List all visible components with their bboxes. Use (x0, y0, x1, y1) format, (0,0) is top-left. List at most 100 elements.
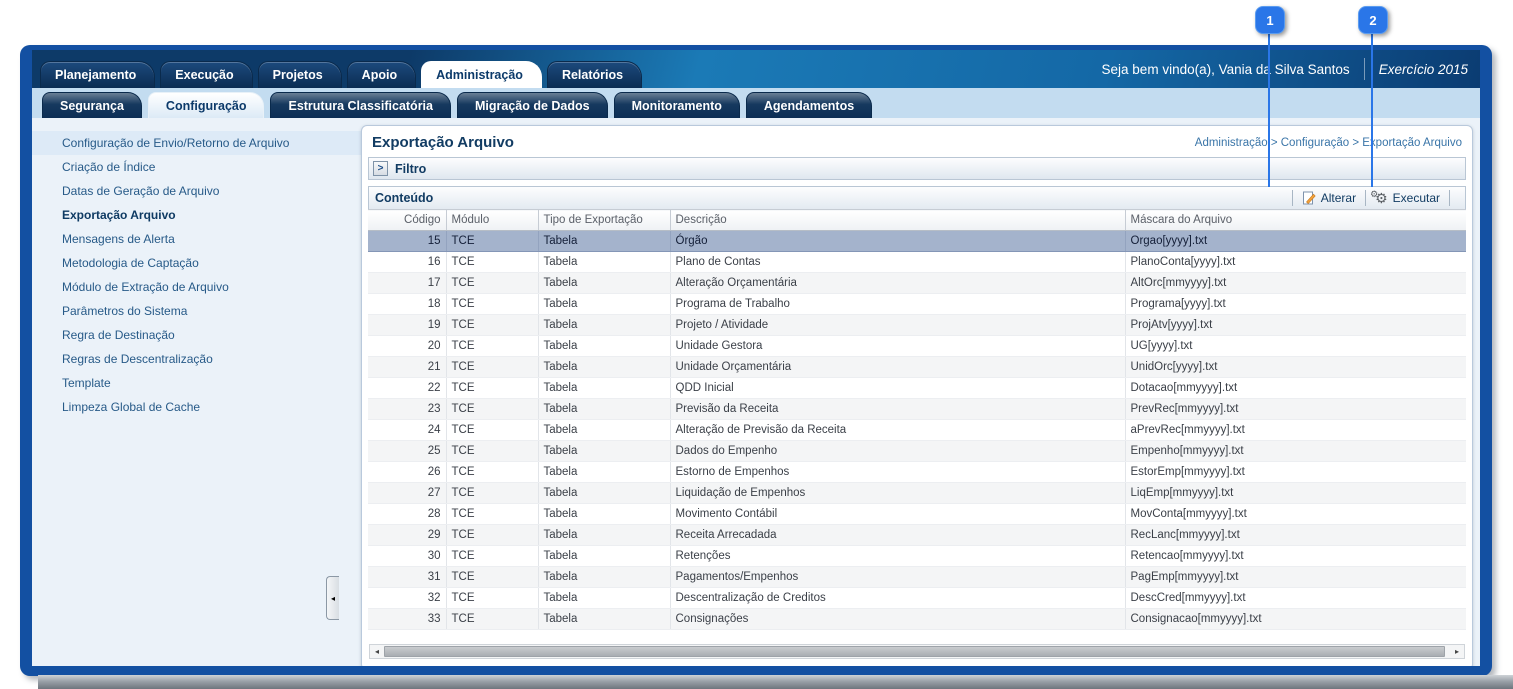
table-row[interactable]: 30 TCE Tabela Retenções Retencao[mmyyyy]… (368, 546, 1466, 567)
top-nav-tab[interactable]: Relatórios (547, 61, 642, 88)
cell-descricao: Pagamentos/Empenhos (670, 567, 1125, 588)
sidebar-collapse-handle[interactable]: ◂ (326, 576, 339, 620)
table-row[interactable]: 19 TCE Tabela Projeto / Atividade ProjAt… (368, 315, 1466, 336)
table-row[interactable]: 31 TCE Tabela Pagamentos/Empenhos PagEmp… (368, 567, 1466, 588)
sidebar-item[interactable]: Parâmetros do Sistema (32, 299, 361, 323)
alterar-button[interactable]: Alterar (1302, 191, 1356, 205)
top-nav-tab[interactable]: Administração (421, 61, 542, 88)
sub-nav-tab[interactable]: Migração de Dados (457, 92, 608, 118)
cell-codigo: 17 (368, 273, 446, 294)
table-row[interactable]: 16 TCE Tabela Plano de Contas PlanoConta… (368, 252, 1466, 273)
sidebar-item[interactable]: Datas de Geração de Arquivo (32, 179, 361, 203)
cell-descricao: Previsão da Receita (670, 399, 1125, 420)
column-header-descricao[interactable]: Descrição (670, 210, 1125, 231)
top-nav-tab[interactable]: Apoio (347, 61, 416, 88)
cell-descricao: Projeto / Atividade (670, 315, 1125, 336)
column-header-modulo[interactable]: Módulo (446, 210, 538, 231)
sidebar-item[interactable]: Criação de Índice (32, 155, 361, 179)
table-row[interactable]: 26 TCE Tabela Estorno de Empenhos EstorE… (368, 462, 1466, 483)
table-row[interactable]: 27 TCE Tabela Liquidação de Empenhos Liq… (368, 483, 1466, 504)
cell-codigo: 23 (368, 399, 446, 420)
sidebar-item[interactable]: Configuração de Envio/Retorno de Arquivo (32, 131, 361, 155)
cell-codigo: 24 (368, 420, 446, 441)
edit-page-icon (1302, 191, 1316, 205)
table-row[interactable]: 33 TCE Tabela Consignações Consignacao[m… (368, 609, 1466, 630)
sub-nav-tab[interactable]: Agendamentos (746, 92, 872, 118)
sidebar-item-label: Template (62, 376, 111, 390)
cell-codigo: 26 (368, 462, 446, 483)
cell-modulo: TCE (446, 588, 538, 609)
sub-nav-tab[interactable]: Estrutura Classificatória (270, 92, 451, 118)
cell-descricao: Consignações (670, 609, 1125, 630)
content-area: Configuração de Envio/Retorno de Arquivo… (32, 118, 1480, 676)
table-row[interactable]: 25 TCE Tabela Dados do Empenho Empenho[m… (368, 441, 1466, 462)
cell-descricao: Descentralização de Creditos (670, 588, 1125, 609)
cell-modulo: TCE (446, 525, 538, 546)
breadcrumb: Administração > Configuração > Exportaçã… (1195, 137, 1462, 149)
table-row[interactable]: 18 TCE Tabela Programa de Trabalho Progr… (368, 294, 1466, 315)
sidebar-item[interactable]: Mensagens de Alerta (32, 227, 361, 251)
sidebar-item[interactable]: Regras de Descentralização (32, 347, 361, 371)
table-row[interactable]: 15 TCE Tabela Órgão Orgao[yyyy].txt (368, 231, 1466, 252)
sidebar-item[interactable]: Exportação Arquivo (32, 203, 361, 227)
cell-codigo: 25 (368, 441, 446, 462)
sidebar-item[interactable]: Template (32, 371, 361, 395)
annotation-line-2 (1371, 34, 1373, 187)
sub-nav-tab[interactable]: Segurança (42, 92, 142, 118)
collapse-left-icon: ◂ (331, 594, 335, 603)
top-nav-tab-label: Administração (436, 68, 523, 82)
executar-button[interactable]: ⚙⚙ Executar (1375, 191, 1440, 205)
cell-modulo: TCE (446, 567, 538, 588)
cell-descricao: Estorno de Empenhos (670, 462, 1125, 483)
cell-mascara: UG[yyyy].txt (1125, 336, 1466, 357)
page-title: Exportação Arquivo (372, 134, 514, 151)
cell-codigo: 27 (368, 483, 446, 504)
sidebar-item[interactable]: Limpeza Global de Cache (32, 395, 361, 419)
table-row[interactable]: 24 TCE Tabela Alteração de Previsão da R… (368, 420, 1466, 441)
scrollbar-thumb[interactable] (384, 646, 1445, 657)
filter-bar: > Filtro (368, 157, 1466, 180)
table-row[interactable]: 28 TCE Tabela Movimento Contábil MovCont… (368, 504, 1466, 525)
sidebar-item-label: Datas de Geração de Arquivo (62, 184, 219, 198)
top-nav-tab[interactable]: Planejamento (40, 61, 155, 88)
cell-descricao: Alteração Orçamentária (670, 273, 1125, 294)
scroll-right-icon[interactable]: ▸ (1450, 647, 1464, 656)
top-nav-tab[interactable]: Execução (160, 61, 252, 88)
table-row[interactable]: 17 TCE Tabela Alteração Orçamentária Alt… (368, 273, 1466, 294)
alterar-button-label: Alterar (1321, 191, 1356, 205)
table-header-row: Código Módulo Tipo de Exportação Descriç… (368, 210, 1466, 231)
cell-mascara: Consignacao[mmyyyy].txt (1125, 609, 1466, 630)
cell-modulo: TCE (446, 399, 538, 420)
sub-nav-tab-label: Configuração (166, 99, 247, 113)
cell-mascara: DescCred[mmyyyy].txt (1125, 588, 1466, 609)
column-header-codigo[interactable]: Código (368, 210, 446, 231)
sub-nav-tab[interactable]: Configuração (148, 92, 265, 118)
column-header-mascara[interactable]: Máscara do Arquivo (1125, 210, 1466, 231)
filter-expand-icon[interactable]: > (373, 161, 388, 176)
sidebar-item[interactable]: Regra de Destinação (32, 323, 361, 347)
table-row[interactable]: 32 TCE Tabela Descentralização de Credit… (368, 588, 1466, 609)
table-row[interactable]: 20 TCE Tabela Unidade Gestora UG[yyyy].t… (368, 336, 1466, 357)
window-bottom-shadow (38, 675, 1513, 689)
sub-nav-tab[interactable]: Monitoramento (614, 92, 740, 118)
cell-codigo: 20 (368, 336, 446, 357)
cell-descricao: Liquidação de Empenhos (670, 483, 1125, 504)
cell-tipo: Tabela (538, 567, 670, 588)
cell-tipo: Tabela (538, 588, 670, 609)
column-header-tipo[interactable]: Tipo de Exportação (538, 210, 670, 231)
sidebar-item[interactable]: Metodologia de Captação (32, 251, 361, 275)
cell-descricao: Receita Arrecadada (670, 525, 1125, 546)
top-nav-tab[interactable]: Projetos (258, 61, 342, 88)
table-row[interactable]: 23 TCE Tabela Previsão da Receita PrevRe… (368, 399, 1466, 420)
sidebar-item[interactable]: Módulo de Extração de Arquivo (32, 275, 361, 299)
sidebar-item-label: Configuração de Envio/Retorno de Arquivo (62, 136, 289, 150)
horizontal-scrollbar[interactable]: ◂ ▸ (369, 644, 1465, 659)
cell-tipo: Tabela (538, 420, 670, 441)
sidebar-item-label: Regra de Destinação (62, 328, 175, 342)
table-row[interactable]: 21 TCE Tabela Unidade Orçamentária UnidO… (368, 357, 1466, 378)
table-row[interactable]: 29 TCE Tabela Receita Arrecadada RecLanc… (368, 525, 1466, 546)
table-row[interactable]: 22 TCE Tabela QDD Inicial Dotacao[mmyyyy… (368, 378, 1466, 399)
cell-codigo: 19 (368, 315, 446, 336)
scroll-left-icon[interactable]: ◂ (370, 647, 384, 656)
cell-tipo: Tabela (538, 441, 670, 462)
